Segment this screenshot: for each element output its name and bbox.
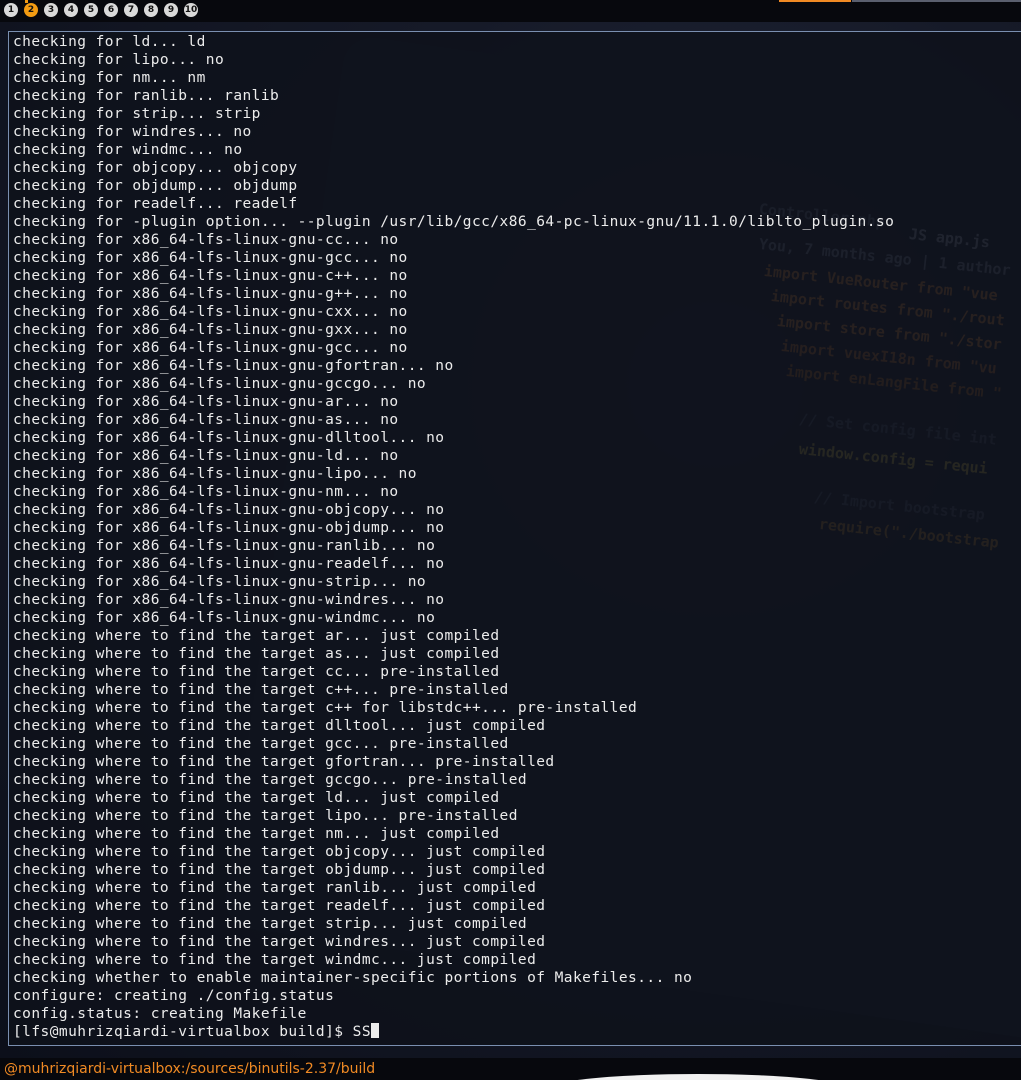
terminal-line: checking for x86_64-lfs-linux-gnu-gxx...…	[13, 322, 408, 338]
workspace-button-3[interactable]: 3	[44, 3, 58, 17]
terminal-line: checking whether to enable maintainer-sp…	[13, 970, 693, 986]
terminal-line: checking for ranlib... ranlib	[13, 88, 280, 104]
terminal-prompt-line[interactable]: [lfs@muhrizqiardi-virtualbox build]$ SS	[13, 1023, 894, 1041]
workspace-button-9[interactable]: 9	[164, 3, 178, 17]
terminal-line: checking for x86_64-lfs-linux-gnu-cxx...…	[13, 304, 408, 320]
terminal-line: checking where to find the target c++...…	[13, 682, 509, 698]
workspace-button-8[interactable]: 8	[144, 3, 158, 17]
terminal-line: checking for x86_64-lfs-linux-gnu-ar... …	[13, 394, 399, 410]
terminal-line: checking for x86_64-lfs-linux-gnu-gfortr…	[13, 358, 454, 374]
top-panel: 1 2 3 4 5 6 7 8 9 10	[0, 0, 1021, 22]
top-panel-right-bar	[852, 0, 1021, 2]
top-accent-indicator	[779, 0, 851, 2]
terminal-line: checking where to find the target gccgo.…	[13, 772, 528, 788]
workspace-switcher: 1 2 3 4 5 6 7 8 9 10	[4, 0, 198, 17]
workspace-button-6[interactable]: 6	[104, 3, 118, 17]
terminal-line: checking where to find the target readel…	[13, 898, 546, 914]
terminal-line: checking where to find the target windre…	[13, 934, 546, 950]
terminal-line: checking where to find the target c++ fo…	[13, 700, 638, 716]
terminal-line: checking for x86_64-lfs-linux-gnu-ranlib…	[13, 538, 436, 554]
status-bar-decoration	[548, 1074, 848, 1080]
terminal-line: checking where to find the target windmc…	[13, 952, 537, 968]
terminal-line: checking for ld... ld	[13, 34, 206, 50]
terminal-line: checking where to find the target dlltoo…	[13, 718, 546, 734]
workspace-button-5[interactable]: 5	[84, 3, 98, 17]
terminal-line: checking for x86_64-lfs-linux-gnu-objdum…	[13, 520, 445, 536]
terminal-line: checking for nm... nm	[13, 70, 206, 86]
terminal-line: checking where to find the target cc... …	[13, 664, 500, 680]
terminal-line: checking for x86_64-lfs-linux-gnu-objcop…	[13, 502, 445, 518]
terminal-line: checking where to find the target as... …	[13, 646, 500, 662]
terminal-window[interactable]: checking for ld... ld checking for lipo..…	[8, 31, 1021, 1046]
terminal-line: checking for windmc... no	[13, 142, 243, 158]
terminal-line: checking where to find the target nm... …	[13, 826, 500, 842]
terminal-line: checking for x86_64-lfs-linux-gnu-gcc...…	[13, 250, 408, 266]
terminal-line: checking for x86_64-lfs-linux-gnu-dlltoo…	[13, 430, 445, 446]
terminal-line: checking for x86_64-lfs-linux-gnu-c++...…	[13, 268, 408, 284]
terminal-line: checking where to find the target objcop…	[13, 844, 546, 860]
terminal-line: configure: creating ./config.status	[13, 988, 335, 1004]
terminal-output: checking for ld... ld checking for lipo..…	[13, 33, 894, 1041]
terminal-line: checking where to find the target gfortr…	[13, 754, 555, 770]
workspace-button-2[interactable]: 2	[24, 0, 38, 17]
terminal-line: checking for x86_64-lfs-linux-gnu-lipo..…	[13, 466, 417, 482]
status-path: @muhrizqiardi-virtualbox:/sources/binuti…	[4, 1061, 376, 1077]
workspace-button-4[interactable]: 4	[64, 3, 78, 17]
terminal-line: checking where to find the target ranlib…	[13, 880, 537, 896]
terminal-line: checking for x86_64-lfs-linux-gnu-gcc...…	[13, 340, 408, 356]
terminal-line: checking for x86_64-lfs-linux-gnu-strip.…	[13, 574, 427, 590]
terminal-line: checking for objcopy... objcopy	[13, 160, 298, 176]
terminal-line: checking for -plugin option... --plugin …	[13, 214, 895, 230]
terminal-line: checking where to find the target lipo..…	[13, 808, 518, 824]
terminal-line: checking where to find the target ld... …	[13, 790, 500, 806]
terminal-line: checking for x86_64-lfs-linux-gnu-readel…	[13, 556, 445, 572]
terminal-line: checking where to find the target ar... …	[13, 628, 500, 644]
terminal-line: checking for x86_64-lfs-linux-gnu-windre…	[13, 592, 445, 608]
terminal-line: checking for x86_64-lfs-linux-gnu-gccgo.…	[13, 376, 427, 392]
terminal-line: checking where to find the target gcc...…	[13, 736, 509, 752]
terminal-line: checking for objdump... objdump	[13, 178, 298, 194]
terminal-line: checking for x86_64-lfs-linux-gnu-g++...…	[13, 286, 408, 302]
text-cursor	[371, 1023, 380, 1038]
shell-prompt: [lfs@muhrizqiardi-virtualbox build]$	[13, 1024, 353, 1040]
terminal-line: checking for readelf... readelf	[13, 196, 298, 212]
terminal-line: checking for strip... strip	[13, 106, 261, 122]
terminal-line: checking for x86_64-lfs-linux-gnu-cc... …	[13, 232, 399, 248]
terminal-line: checking for x86_64-lfs-linux-gnu-ld... …	[13, 448, 399, 464]
workspace-button-10[interactable]: 10	[184, 3, 198, 17]
terminal-line: checking for lipo... no	[13, 52, 225, 68]
terminal-line: checking for x86_64-lfs-linux-gnu-windmc…	[13, 610, 436, 626]
terminal-line: checking where to find the target strip.…	[13, 916, 528, 932]
workspace-button-1[interactable]: 1	[4, 3, 18, 17]
terminal-line: checking for x86_64-lfs-linux-gnu-nm... …	[13, 484, 399, 500]
workspace-button-7[interactable]: 7	[124, 3, 138, 17]
terminal-line: config.status: creating Makefile	[13, 1006, 307, 1022]
terminal-line: checking where to find the target objdum…	[13, 862, 546, 878]
bottom-status-bar: @muhrizqiardi-virtualbox:/sources/binuti…	[0, 1058, 1021, 1080]
terminal-line: checking for x86_64-lfs-linux-gnu-as... …	[13, 412, 399, 428]
command-input[interactable]: SS	[353, 1024, 371, 1040]
terminal-line: checking for windres... no	[13, 124, 252, 140]
